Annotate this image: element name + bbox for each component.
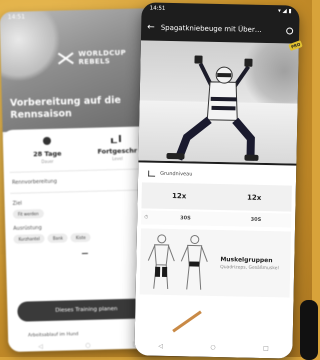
set-reps: 12x	[246, 193, 262, 202]
set-reps: 12x	[171, 192, 187, 201]
exercise-header: ← Spagatkniebeuge mit Über…	[141, 14, 300, 43]
back-arrow-icon[interactable]: ←	[147, 23, 155, 33]
goal-chip[interactable]: Fit werden	[12, 209, 44, 219]
anatomy-figures	[147, 234, 208, 290]
equipment-chip[interactable]: Kiste	[70, 232, 91, 243]
exercise-details: Grundniveau 12x 12x ⏱ 30S 30S Muskelgrup…	[134, 162, 297, 359]
exercise-title: Spagatkniebeuge mit Über…	[160, 23, 262, 34]
back-nav-icon[interactable]: ◁	[158, 343, 163, 350]
equipment-chip[interactable]: Kurzhantel	[13, 234, 46, 244]
rest-row: ⏱ 30S 30S	[141, 210, 292, 228]
athlete-figure	[166, 55, 259, 161]
divider	[10, 189, 157, 194]
duration-stat: 28 Tage Dauer	[17, 136, 78, 165]
info-icon[interactable]	[286, 26, 294, 35]
status-icons: ▾ ◢ ▮	[277, 8, 292, 15]
duration-value: 28 Tage	[33, 149, 62, 159]
exercise-photo	[138, 40, 299, 164]
home-nav-icon[interactable]: ○	[210, 344, 215, 351]
sets-row: 12x 12x	[141, 182, 292, 212]
calendar-icon	[42, 136, 52, 146]
duration-label: Dauer	[41, 158, 54, 165]
logo-mark-icon	[55, 50, 75, 67]
equipment-chip[interactable]: Bank	[47, 233, 69, 243]
back-nav-icon[interactable]: ◁	[38, 343, 43, 350]
dark-object	[300, 300, 318, 360]
program-title: Vorbereitung auf die Rennsaison	[9, 94, 122, 121]
muscle-groups-title: Muskelgruppen	[220, 256, 273, 265]
rest-time: 30S	[180, 215, 191, 222]
divider	[9, 168, 156, 173]
front-phone-screen: 14:51 ▾ ◢ ▮ ← Spagatkniebeuge mit Über…	[134, 2, 300, 359]
system-nav-bar: ◁ ○ □	[134, 342, 292, 352]
level-bars-icon	[148, 170, 156, 177]
level-label: Grundniveau	[160, 170, 193, 178]
rest-time: 30S	[250, 216, 262, 223]
status-time: 14:51	[149, 5, 166, 12]
recent-apps-icon[interactable]: □	[263, 345, 269, 352]
status-bar: 14:51	[7, 13, 26, 21]
muscle-groups-panel: Muskelgruppen Quadrizeps, Gesäßmuskel	[139, 228, 291, 298]
muscle-groups-list: Quadrizeps, Gesäßmuskel	[220, 265, 279, 272]
level-bars-icon	[112, 134, 122, 143]
page-indicator	[81, 252, 88, 255]
home-nav-icon[interactable]: ○	[85, 342, 90, 349]
